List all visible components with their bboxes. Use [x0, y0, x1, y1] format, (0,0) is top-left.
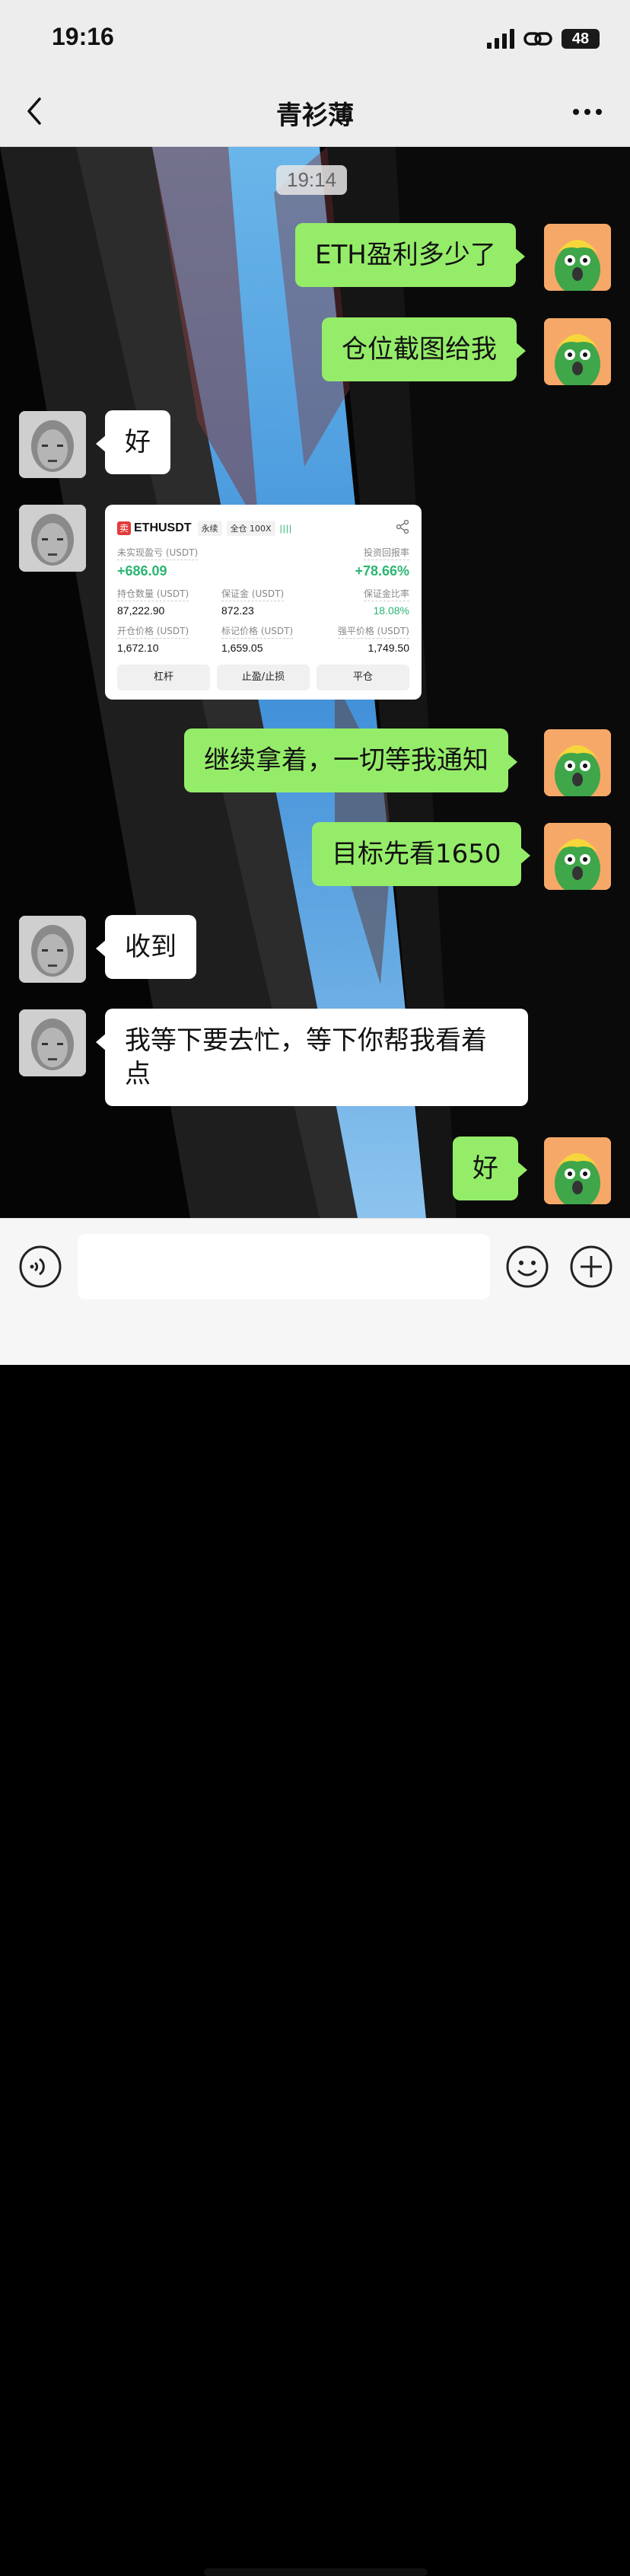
emoji-icon[interactable] [505, 1245, 549, 1289]
nav-bar: 青衫薄 [0, 76, 630, 147]
roi-label: 投资回报率 [363, 546, 409, 560]
open-price-label: 开仓价格 (USDT) [117, 624, 189, 639]
margin-ratio-label: 保证金比率 [363, 587, 409, 601]
my-avatar[interactable] [544, 224, 611, 291]
position-screenshot-card[interactable]: 卖 ETHUSDT 永续 全仓 100X |||| 未实现盈亏 (USDT) +… [105, 505, 422, 700]
qty-value: 87,222.90 [117, 604, 165, 617]
link-icon [523, 32, 552, 46]
signal-icon [487, 29, 514, 49]
liq-price-cell: 强平价格 (USDT) 1,749.50 [326, 624, 409, 654]
message-bubble-incoming[interactable]: 我等下要去忙，等下你帮我看着点 [96, 1009, 528, 1106]
my-avatar[interactable] [544, 729, 611, 796]
qty-label: 持仓数量 (USDT) [117, 587, 189, 601]
chat-title: 青衫薄 [276, 100, 354, 131]
avatar-cartoon-icon [544, 318, 611, 385]
price-row: 开仓价格 (USDT) 1,672.10 标记价格 (USDT) 1,659.0… [117, 624, 409, 654]
message-bubble-outgoing[interactable]: 好 [453, 1137, 527, 1200]
my-avatar[interactable] [544, 823, 611, 890]
close-position-button: 平仓 [317, 665, 409, 690]
avatar-portrait-icon [19, 1009, 86, 1076]
tp-sl-button: 止盈/止损 [217, 665, 310, 690]
pnl-label: 未实现盈亏 (USDT) [117, 546, 199, 560]
margin-label: 保证金 (USDT) [221, 587, 285, 601]
leverage-tag: 全仓 100X [226, 521, 275, 536]
mark-price-label: 标记价格 (USDT) [221, 624, 294, 639]
card-header: 卖 ETHUSDT 永续 全仓 100X |||| [117, 518, 409, 538]
message-bubble-incoming[interactable]: 好 [96, 410, 170, 474]
message-bubble-outgoing[interactable]: 目标先看1650 [312, 822, 530, 886]
contact-avatar[interactable] [19, 505, 86, 572]
open-price-cell: 开仓价格 (USDT) 1,672.10 [117, 624, 216, 654]
qty-cell: 持仓数量 (USDT) 87,222.90 [117, 587, 216, 617]
margin-value: 872.23 [221, 604, 254, 617]
avatar-portrait-icon [19, 916, 86, 983]
contact-avatar[interactable] [19, 411, 86, 478]
mark-price-value: 1,659.05 [221, 642, 263, 654]
avatar-cartoon-icon [544, 729, 611, 796]
chat-area[interactable]: 19:14 ETH盈利多少了 仓位截图给我 好 卖 ETHUSDT 永续 全仓 … [0, 147, 630, 1218]
share-icon [396, 520, 409, 534]
position-row: 持仓数量 (USDT) 87,222.90 保证金 (USDT) 872.23 … [117, 587, 409, 617]
sell-badge: 卖 [117, 521, 131, 535]
margin-cell: 保证金 (USDT) 872.23 [221, 587, 320, 617]
chat-timestamp: 19:14 [276, 165, 348, 195]
message-bubble-incoming[interactable]: 收到 [96, 915, 196, 979]
avatar-cartoon-icon [544, 224, 611, 291]
pnl-cell: 未实现盈亏 (USDT) +686.09 [117, 546, 199, 579]
voice-icon[interactable] [18, 1245, 62, 1289]
status-time: 19:16 [52, 23, 114, 50]
my-avatar[interactable] [544, 1137, 611, 1204]
leverage-button: 杠杆 [117, 665, 210, 690]
contact-avatar[interactable] [19, 916, 86, 983]
margin-ratio-value: 18.08% [373, 604, 409, 617]
avatar-cartoon-icon [544, 823, 611, 890]
symbol: ETHUSDT [134, 521, 192, 534]
mark-price-cell: 标记价格 (USDT) 1,659.05 [221, 624, 320, 654]
pnl-row: 未实现盈亏 (USDT) +686.09 投资回报率 +78.66% [117, 546, 409, 579]
more-icon[interactable] [572, 107, 603, 117]
status-bar: 19:16 48 [0, 0, 630, 76]
strength-bars: |||| [279, 523, 293, 534]
message-input[interactable] [78, 1234, 490, 1299]
contract-type-tag: 永续 [197, 521, 222, 536]
liq-price-label: 强平价格 (USDT) [337, 624, 409, 639]
message-bubble-outgoing[interactable]: 仓位截图给我 [322, 317, 526, 381]
avatar-cartoon-icon [544, 1137, 611, 1204]
margin-ratio-cell: 保证金比率 18.08% [326, 587, 409, 617]
card-buttons: 杠杆 止盈/止损 平仓 [117, 665, 409, 690]
liq-price-value: 1,749.50 [368, 642, 410, 654]
message-bubble-outgoing[interactable]: 继续拿着，一切等我通知 [184, 728, 517, 792]
message-bubble-outgoing[interactable]: ETH盈利多少了 [295, 223, 525, 287]
open-price-value: 1,672.10 [117, 642, 159, 654]
plus-icon[interactable] [569, 1245, 613, 1289]
contact-avatar[interactable] [19, 1009, 86, 1076]
roi-cell: 投资回报率 +78.66% [355, 546, 409, 579]
home-indicator [204, 2568, 428, 2576]
avatar-portrait-icon [19, 505, 86, 572]
roi-value: +78.66% [355, 563, 409, 579]
battery-indicator: 48 [562, 29, 600, 49]
pnl-value: +686.09 [117, 563, 167, 579]
avatar-portrait-icon [19, 411, 86, 478]
my-avatar[interactable] [544, 318, 611, 385]
input-bar [0, 1218, 630, 2576]
